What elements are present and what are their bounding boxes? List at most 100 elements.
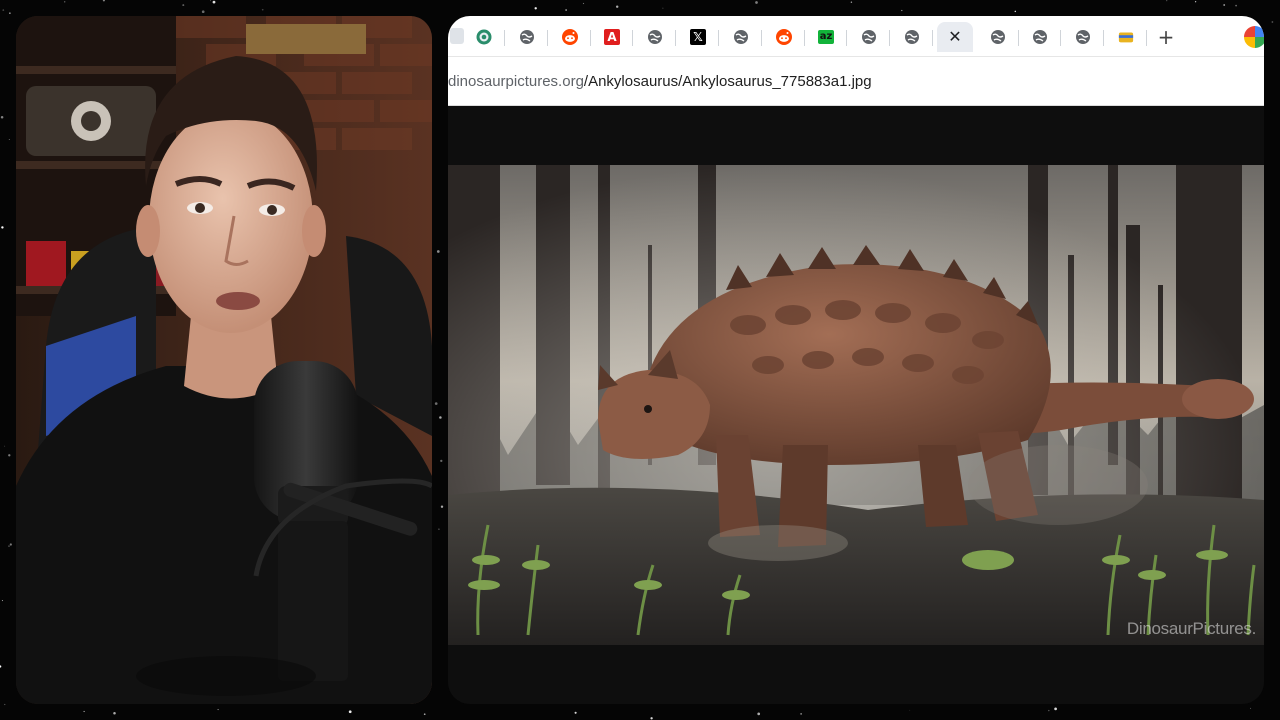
star bbox=[1, 226, 4, 229]
globe-icon bbox=[1032, 29, 1048, 45]
chrome-profile-icon[interactable] bbox=[1244, 26, 1264, 48]
browser-tab[interactable]: A bbox=[594, 22, 633, 52]
star bbox=[436, 250, 440, 253]
browser-tab[interactable] bbox=[1108, 22, 1147, 52]
star bbox=[0, 115, 4, 119]
star bbox=[83, 710, 85, 713]
star bbox=[9, 12, 11, 14]
star bbox=[9, 543, 12, 546]
browser-tab[interactable] bbox=[637, 22, 676, 52]
tab-bar: A 𝕏az ✕ + bbox=[448, 16, 1264, 57]
globe-icon bbox=[990, 29, 1006, 45]
star bbox=[440, 505, 444, 508]
star bbox=[1194, 1, 1197, 3]
star bbox=[1, 600, 3, 602]
adobe-glyph: A bbox=[604, 29, 620, 45]
tab-separator bbox=[1146, 30, 1147, 46]
tab-separator bbox=[1060, 30, 1061, 46]
tab-separator bbox=[1018, 30, 1019, 46]
browser-tab[interactable] bbox=[466, 22, 505, 52]
reddit-icon bbox=[776, 29, 792, 45]
browser-tab[interactable] bbox=[894, 22, 933, 52]
tab-separator bbox=[675, 30, 676, 46]
star bbox=[1235, 4, 1237, 7]
x-icon: 𝕏 bbox=[690, 29, 706, 45]
star bbox=[438, 528, 440, 531]
star bbox=[201, 10, 205, 14]
tab-separator bbox=[632, 30, 633, 46]
star bbox=[261, 8, 264, 11]
star bbox=[662, 7, 664, 9]
star bbox=[574, 711, 577, 714]
browser-tab[interactable] bbox=[552, 22, 591, 52]
tab-separator bbox=[590, 30, 591, 46]
star bbox=[1054, 707, 1057, 711]
browser-tab[interactable]: ✕ bbox=[937, 22, 973, 52]
browser-tab[interactable]: 𝕏 bbox=[680, 22, 719, 52]
star bbox=[850, 1, 853, 3]
star bbox=[757, 712, 761, 716]
star bbox=[615, 5, 619, 8]
close-glyph: ✕ bbox=[948, 27, 962, 46]
tab-separator bbox=[1103, 30, 1104, 46]
browser-tab[interactable] bbox=[723, 22, 762, 52]
tab-separator bbox=[932, 30, 933, 46]
globe-icon bbox=[647, 29, 663, 45]
new-tab-button[interactable]: + bbox=[1155, 26, 1177, 48]
tab-strip-edge bbox=[450, 28, 464, 44]
globe-icon bbox=[519, 29, 535, 45]
browser-tab[interactable] bbox=[509, 22, 548, 52]
star bbox=[113, 711, 116, 715]
tab-separator bbox=[761, 30, 762, 46]
az-icon: az bbox=[818, 29, 834, 45]
browser-tab[interactable] bbox=[1065, 22, 1104, 52]
browser-tab[interactable]: az bbox=[808, 22, 847, 52]
reddit-icon bbox=[562, 29, 578, 45]
star bbox=[217, 709, 219, 711]
star bbox=[8, 454, 11, 457]
star bbox=[582, 2, 585, 5]
star bbox=[4, 445, 6, 447]
star bbox=[182, 4, 185, 7]
url-path: /Ankylosaurus/Ankylosaurus_775883a1.jpg bbox=[583, 73, 872, 90]
browser-tab[interactable] bbox=[980, 22, 1019, 52]
url-domain: dinosaurpictures.org bbox=[448, 73, 584, 90]
star bbox=[2, 9, 5, 11]
star bbox=[1223, 4, 1226, 6]
url-text[interactable]: dinosaurpictures.org/Ankylosaurus/Ankylo… bbox=[448, 73, 872, 90]
star bbox=[440, 459, 443, 463]
star bbox=[423, 713, 426, 716]
star bbox=[565, 9, 567, 11]
star bbox=[210, 0, 212, 2]
star bbox=[102, 0, 105, 2]
browser-tab[interactable] bbox=[851, 22, 890, 52]
tab-separator bbox=[804, 30, 805, 46]
globe-icon bbox=[1075, 29, 1091, 45]
browser-tab[interactable] bbox=[766, 22, 805, 52]
star bbox=[909, 709, 911, 711]
tab-separator bbox=[547, 30, 548, 46]
ankylosaurus-photo[interactable]: DinosaurPictures. bbox=[448, 165, 1264, 645]
star bbox=[534, 7, 537, 10]
star bbox=[1048, 709, 1050, 712]
star bbox=[212, 0, 216, 4]
globe-icon bbox=[733, 29, 749, 45]
address-bar[interactable]: dinosaurpictures.org/Ankylosaurus/Ankylo… bbox=[448, 57, 1264, 106]
browser-tab[interactable] bbox=[1022, 22, 1061, 52]
star bbox=[650, 717, 653, 720]
browser-window: A 𝕏az ✕ + dinosaurpictures.org/Ankylosauru… bbox=[448, 16, 1264, 704]
star bbox=[0, 665, 2, 668]
watermark: DinosaurPictures. bbox=[1126, 619, 1256, 638]
close-icon: ✕ bbox=[947, 29, 963, 45]
webcam-feed bbox=[16, 16, 432, 704]
star bbox=[4, 703, 6, 706]
az-glyph: az bbox=[818, 30, 834, 44]
star bbox=[755, 1, 758, 4]
star bbox=[901, 9, 903, 12]
tab-separator bbox=[846, 30, 847, 46]
adobe-icon: A bbox=[604, 29, 620, 45]
star bbox=[439, 416, 442, 419]
star bbox=[1166, 0, 1168, 2]
star bbox=[64, 1, 66, 3]
x-glyph: 𝕏 bbox=[690, 29, 706, 45]
